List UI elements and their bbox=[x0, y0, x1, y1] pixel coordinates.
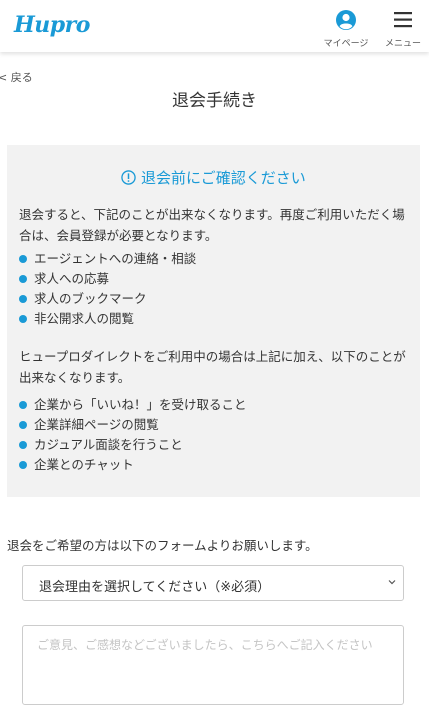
menu-button[interactable]: メニュー bbox=[380, 9, 426, 49]
form-intro: 退会をご希望の方は以下のフォームよりお願いします。 bbox=[7, 538, 318, 553]
hamburger-menu-icon bbox=[394, 12, 412, 28]
lost-features-list: エージェントへの連絡・相談 求人への応募 求人のブックマーク 非公開求人の閲覧 bbox=[19, 249, 196, 329]
list-item: 非公開求人の閲覧 bbox=[19, 309, 196, 329]
chevron-down-icon bbox=[388, 580, 396, 585]
list-item: 企業から「いいね！」を受け取ること bbox=[19, 395, 247, 415]
notice-intro: 退会すると、下記のことが出来なくなります。再度ご利用いただく場合は、会員登録が必… bbox=[19, 207, 405, 243]
back-label: 戻る bbox=[10, 71, 33, 84]
back-link[interactable]: < 戻る bbox=[0, 69, 33, 85]
page-title: 退会手続き bbox=[172, 91, 257, 111]
hupro-logo[interactable]: Hupro bbox=[14, 12, 90, 38]
withdrawal-notice: 退会前にご確認ください 退会すると、下記のことが出来なくなります。再度ご利用いた… bbox=[7, 145, 420, 497]
mypage-label: マイページ bbox=[323, 39, 369, 49]
list-item: 企業詳細ページの閲覧 bbox=[19, 415, 247, 435]
withdrawal-reason-select[interactable]: 退会理由を選択してください（※必須） bbox=[22, 565, 404, 601]
direct-lost-features-list: 企業から「いいね！」を受け取ること 企業詳細ページの閲覧 カジュアル面談を行うこ… bbox=[19, 395, 247, 475]
info-circle-icon bbox=[121, 170, 136, 185]
direct-intro: ヒュープロダイレクトをご利用中の場合は上記に加え、以下のことが出来なくなります。 bbox=[19, 349, 406, 385]
list-item: エージェントへの連絡・相談 bbox=[19, 249, 196, 269]
list-item: 求人への応募 bbox=[19, 269, 196, 289]
comment-textarea[interactable]: ご意見、ご感想などございましたら、こちらへご記入ください bbox=[22, 625, 404, 705]
notice-heading: 退会前にご確認ください bbox=[7, 167, 420, 188]
comment-placeholder: ご意見、ご感想などございましたら、こちらへご記入ください bbox=[37, 638, 373, 652]
user-circle-icon bbox=[336, 10, 356, 30]
menu-label: メニュー bbox=[384, 39, 421, 49]
select-value: 退会理由を選択してください（※必須） bbox=[39, 580, 271, 595]
list-item: 求人のブックマーク bbox=[19, 289, 196, 309]
chevron-left-icon: < bbox=[0, 71, 8, 84]
list-item: カジュアル面談を行うこと bbox=[19, 435, 247, 455]
list-item: 企業とのチャット bbox=[19, 455, 247, 475]
notice-heading-text: 退会前にご確認ください bbox=[141, 169, 306, 187]
mypage-button[interactable]: マイページ bbox=[318, 9, 374, 49]
site-header: Hupro マイページ メニュー bbox=[0, 0, 429, 52]
